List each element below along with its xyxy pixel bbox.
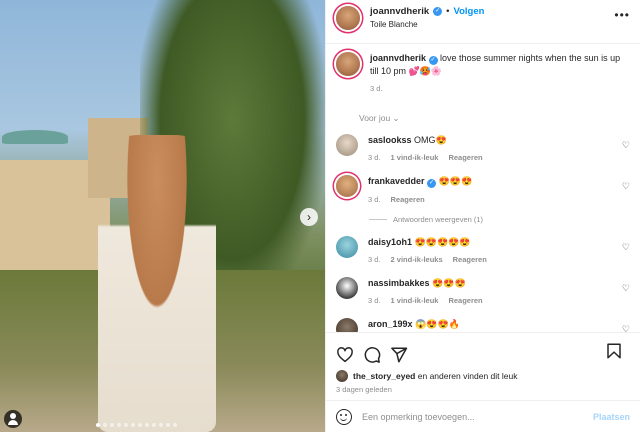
- comment-filter-dropdown[interactable]: Voor jou ⌄: [359, 113, 630, 124]
- carousel-dot: [159, 423, 163, 427]
- liker-username[interactable]: the_story_eyed: [353, 371, 415, 381]
- verified-icon: ✓: [428, 56, 438, 65]
- comment-composer: Plaatsen: [326, 400, 640, 432]
- verified-icon: ✓: [433, 7, 443, 16]
- next-photo-button[interactable]: ›: [300, 208, 318, 226]
- post-comment-button[interactable]: Plaatsen: [593, 412, 630, 422]
- carousel-dot: [117, 423, 121, 427]
- post-caption: joannvdherik ✓ love those summer nights …: [336, 52, 630, 105]
- carousel-dot: [131, 423, 135, 427]
- post-sidebar: joannvdherik ✓ • Volgen Toile Blanche ••…: [325, 0, 640, 432]
- carousel-dot: [110, 423, 114, 427]
- post-location[interactable]: Toile Blanche: [370, 20, 484, 29]
- header-separator: •: [446, 6, 450, 17]
- follow-button[interactable]: Volgen: [453, 6, 484, 17]
- view-replies-label[interactable]: Antwoorden weergeven (1): [393, 215, 483, 224]
- commenter-avatar[interactable]: [336, 236, 358, 258]
- verified-icon: ✓: [427, 179, 437, 188]
- post-timestamp[interactable]: 3 dagen geleden: [326, 382, 640, 400]
- comment-item: daisy1oh1 😍😍😍😍😍 3 d. 2 vind-ik-leuks Rea…: [336, 236, 630, 266]
- commenter-avatar[interactable]: [336, 134, 358, 156]
- photo-umbrella: [2, 130, 68, 144]
- commenter-username[interactable]: frankavedder: [368, 176, 425, 186]
- like-comment-heart-icon[interactable]: ♡: [622, 324, 630, 332]
- comment-item: frankavedder ✓ 😍😍😍 3 d. Reageren ♡: [336, 175, 630, 206]
- liked-by: the_story_eyed en anderen vinden dit leu…: [326, 368, 640, 382]
- more-options-icon[interactable]: •••: [614, 8, 630, 22]
- comment-input[interactable]: [362, 411, 593, 422]
- caption-username[interactable]: joannvdherik: [370, 53, 426, 63]
- comment-item: nassimbakkes 😍😍😍 3 d. 1 vind-ik-leuk Rea…: [336, 277, 630, 307]
- commenter-avatar[interactable]: [336, 277, 358, 299]
- commenter-username[interactable]: nassimbakkes: [368, 278, 430, 288]
- comments-list[interactable]: joannvdherik ✓ love those summer nights …: [326, 44, 640, 332]
- author-avatar[interactable]: [336, 6, 360, 30]
- comment-text: OMG😍: [414, 135, 447, 145]
- carousel-dot: [173, 423, 177, 427]
- author-username[interactable]: joannvdherik: [370, 6, 429, 17]
- commenter-username[interactable]: aron_199x: [368, 319, 413, 329]
- carousel-dot: [145, 423, 149, 427]
- post-photo[interactable]: ›: [0, 0, 325, 432]
- comment-age: 3 d.: [368, 195, 381, 204]
- liker-avatar[interactable]: [336, 370, 348, 382]
- comment-age: 3 d.: [368, 153, 381, 162]
- save-bookmark-icon[interactable]: [605, 342, 623, 360]
- comment-text: 😍😍😍😍😍: [414, 237, 471, 247]
- comment-age: 3 d.: [368, 255, 381, 264]
- reply-button[interactable]: Reageren: [448, 295, 482, 307]
- replies-divider: [369, 219, 387, 220]
- comment-likes[interactable]: 1 vind-ik-leuk: [391, 152, 439, 164]
- carousel-dot: [152, 423, 156, 427]
- share-paper-plane-icon[interactable]: [390, 346, 408, 364]
- header-text: joannvdherik ✓ • Volgen Toile Blanche: [370, 6, 484, 29]
- commenter-avatar[interactable]: [336, 175, 358, 197]
- carousel-dot: [124, 423, 128, 427]
- like-comment-heart-icon[interactable]: ♡: [622, 181, 630, 192]
- comment-bubble-icon[interactable]: [363, 346, 381, 364]
- like-heart-icon[interactable]: [336, 346, 354, 364]
- post-header: joannvdherik ✓ • Volgen Toile Blanche ••…: [326, 0, 640, 44]
- tagged-users-icon[interactable]: [4, 410, 22, 428]
- commenter-username[interactable]: saslookss: [368, 135, 412, 145]
- like-comment-heart-icon[interactable]: ♡: [622, 140, 630, 151]
- comment-text: 😱😍😍🔥: [415, 319, 460, 329]
- reply-button[interactable]: Reageren: [448, 152, 482, 164]
- comment-likes[interactable]: 1 vind-ik-leuk: [391, 295, 439, 307]
- comment-text: 😍😍😍: [438, 176, 473, 186]
- reply-button[interactable]: Reageren: [453, 254, 487, 266]
- comment-item: saslookss OMG😍 3 d. 1 vind-ik-leuk Reage…: [336, 134, 630, 164]
- like-comment-heart-icon[interactable]: ♡: [622, 242, 630, 253]
- comment-item: aron_199x 😱😍😍🔥 ♡: [336, 318, 630, 332]
- post-modal: › joannvdherik ✓ • Volgen Toile Blanche …: [0, 0, 640, 432]
- emoji-picker-icon[interactable]: [336, 408, 352, 425]
- photo-person: [98, 135, 216, 432]
- liked-by-rest[interactable]: en anderen vinden dit leuk: [418, 371, 518, 381]
- carousel-dot: [138, 423, 142, 427]
- comment-likes[interactable]: 2 vind-ik-leuks: [391, 254, 443, 266]
- caption-author-avatar[interactable]: [336, 52, 360, 76]
- caption-age: 3 d.: [370, 84, 383, 93]
- view-replies-button[interactable]: Antwoorden weergeven (1): [369, 215, 630, 224]
- like-comment-heart-icon[interactable]: ♡: [622, 283, 630, 294]
- commenter-avatar[interactable]: [336, 318, 358, 332]
- carousel-dot: [166, 423, 170, 427]
- carousel-dot: [103, 423, 107, 427]
- post-actions: [326, 332, 640, 368]
- comment-text: 😍😍😍: [432, 278, 466, 288]
- carousel-dot: [96, 423, 100, 427]
- carousel-dots: [96, 423, 177, 427]
- comment-age: 3 d.: [368, 296, 381, 305]
- commenter-username[interactable]: daisy1oh1: [368, 237, 412, 247]
- reply-button[interactable]: Reageren: [391, 194, 425, 206]
